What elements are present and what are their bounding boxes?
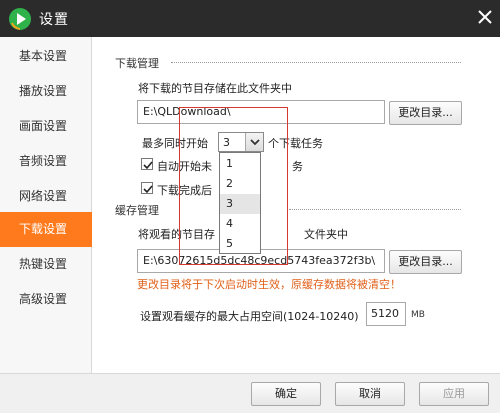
max-tasks-dropdown-list: 1 2 3 4 5	[219, 152, 261, 254]
sidebar-item-advanced[interactable]: 高级设置	[0, 282, 92, 317]
max-tasks-option[interactable]: 5	[220, 234, 260, 254]
checkmark-icon	[143, 185, 153, 194]
download-folder-input[interactable]: E:\QLDownload\	[137, 100, 385, 124]
cache-change-dir-button[interactable]: 更改目录...	[389, 250, 462, 274]
apply-button[interactable]: 应用	[419, 382, 489, 406]
max-space-unit: MB	[411, 310, 425, 320]
on-complete-label: 下载完成后	[157, 184, 212, 197]
download-section-divider	[171, 62, 461, 63]
auto-start-label-tail: 务	[292, 160, 303, 173]
on-complete-checkbox[interactable]	[141, 182, 153, 194]
max-tasks-prefix-label: 最多同时开始	[142, 137, 208, 150]
title-bar: 设置	[0, 0, 500, 37]
max-tasks-option[interactable]: 4	[220, 214, 260, 234]
cache-folder-label-tail: 文件夹中	[304, 228, 348, 241]
download-folder-label: 将下载的节目存储在此文件夹中	[138, 82, 292, 95]
max-space-input[interactable]: 5120	[366, 302, 406, 326]
settings-sidebar: 基本设置 播放设置 画面设置 音频设置 网络设置 下载设置 热键设置 高级设置	[0, 37, 92, 373]
cache-folder-input[interactable]: E:\63072615d5dc48c9ecd5743fea372f3b\	[137, 249, 385, 273]
max-tasks-select[interactable]: 3	[218, 132, 264, 152]
max-tasks-option[interactable]: 2	[220, 174, 260, 194]
auto-start-label: 自动开始未	[157, 160, 212, 173]
cache-section-divider	[289, 209, 461, 210]
checkmark-icon	[143, 161, 153, 170]
max-space-label: 设置观看缓存的最大占用空间(1024-10240)	[140, 310, 359, 323]
sidebar-item-basic[interactable]: 基本设置	[0, 39, 92, 74]
sidebar-item-playback[interactable]: 播放设置	[0, 74, 92, 109]
sidebar-item-network[interactable]: 网络设置	[0, 179, 92, 214]
cancel-button[interactable]: 取消	[335, 382, 405, 406]
max-tasks-suffix-label: 个下载任务	[268, 137, 323, 150]
max-tasks-option[interactable]: 3	[220, 194, 260, 214]
auto-start-checkbox[interactable]	[141, 158, 153, 170]
max-tasks-select-value: 3	[223, 136, 230, 149]
sidebar-item-hotkeys[interactable]: 热键设置	[0, 247, 92, 282]
play-logo-icon	[8, 7, 32, 31]
ok-button[interactable]: 确定	[251, 382, 321, 406]
download-change-dir-button[interactable]: 更改目录...	[389, 101, 462, 125]
cache-folder-label: 将观看的节目存	[138, 228, 215, 241]
sidebar-item-download[interactable]: 下载设置	[0, 212, 92, 247]
max-tasks-option[interactable]: 1	[220, 154, 260, 174]
sidebar-item-picture[interactable]: 画面设置	[0, 109, 92, 144]
window-title: 设置	[39, 12, 69, 28]
dialog-footer: 确定 取消 应用	[0, 373, 500, 413]
cache-warning-text: 更改目录将于下次启动时生效，原缓存数据将被清空！	[137, 278, 401, 291]
chevron-down-icon[interactable]	[245, 133, 263, 151]
close-icon[interactable]	[476, 8, 494, 26]
sidebar-item-audio[interactable]: 音频设置	[0, 144, 92, 179]
cache-section-title: 缓存管理	[115, 204, 159, 217]
download-section-title: 下载管理	[115, 57, 159, 70]
